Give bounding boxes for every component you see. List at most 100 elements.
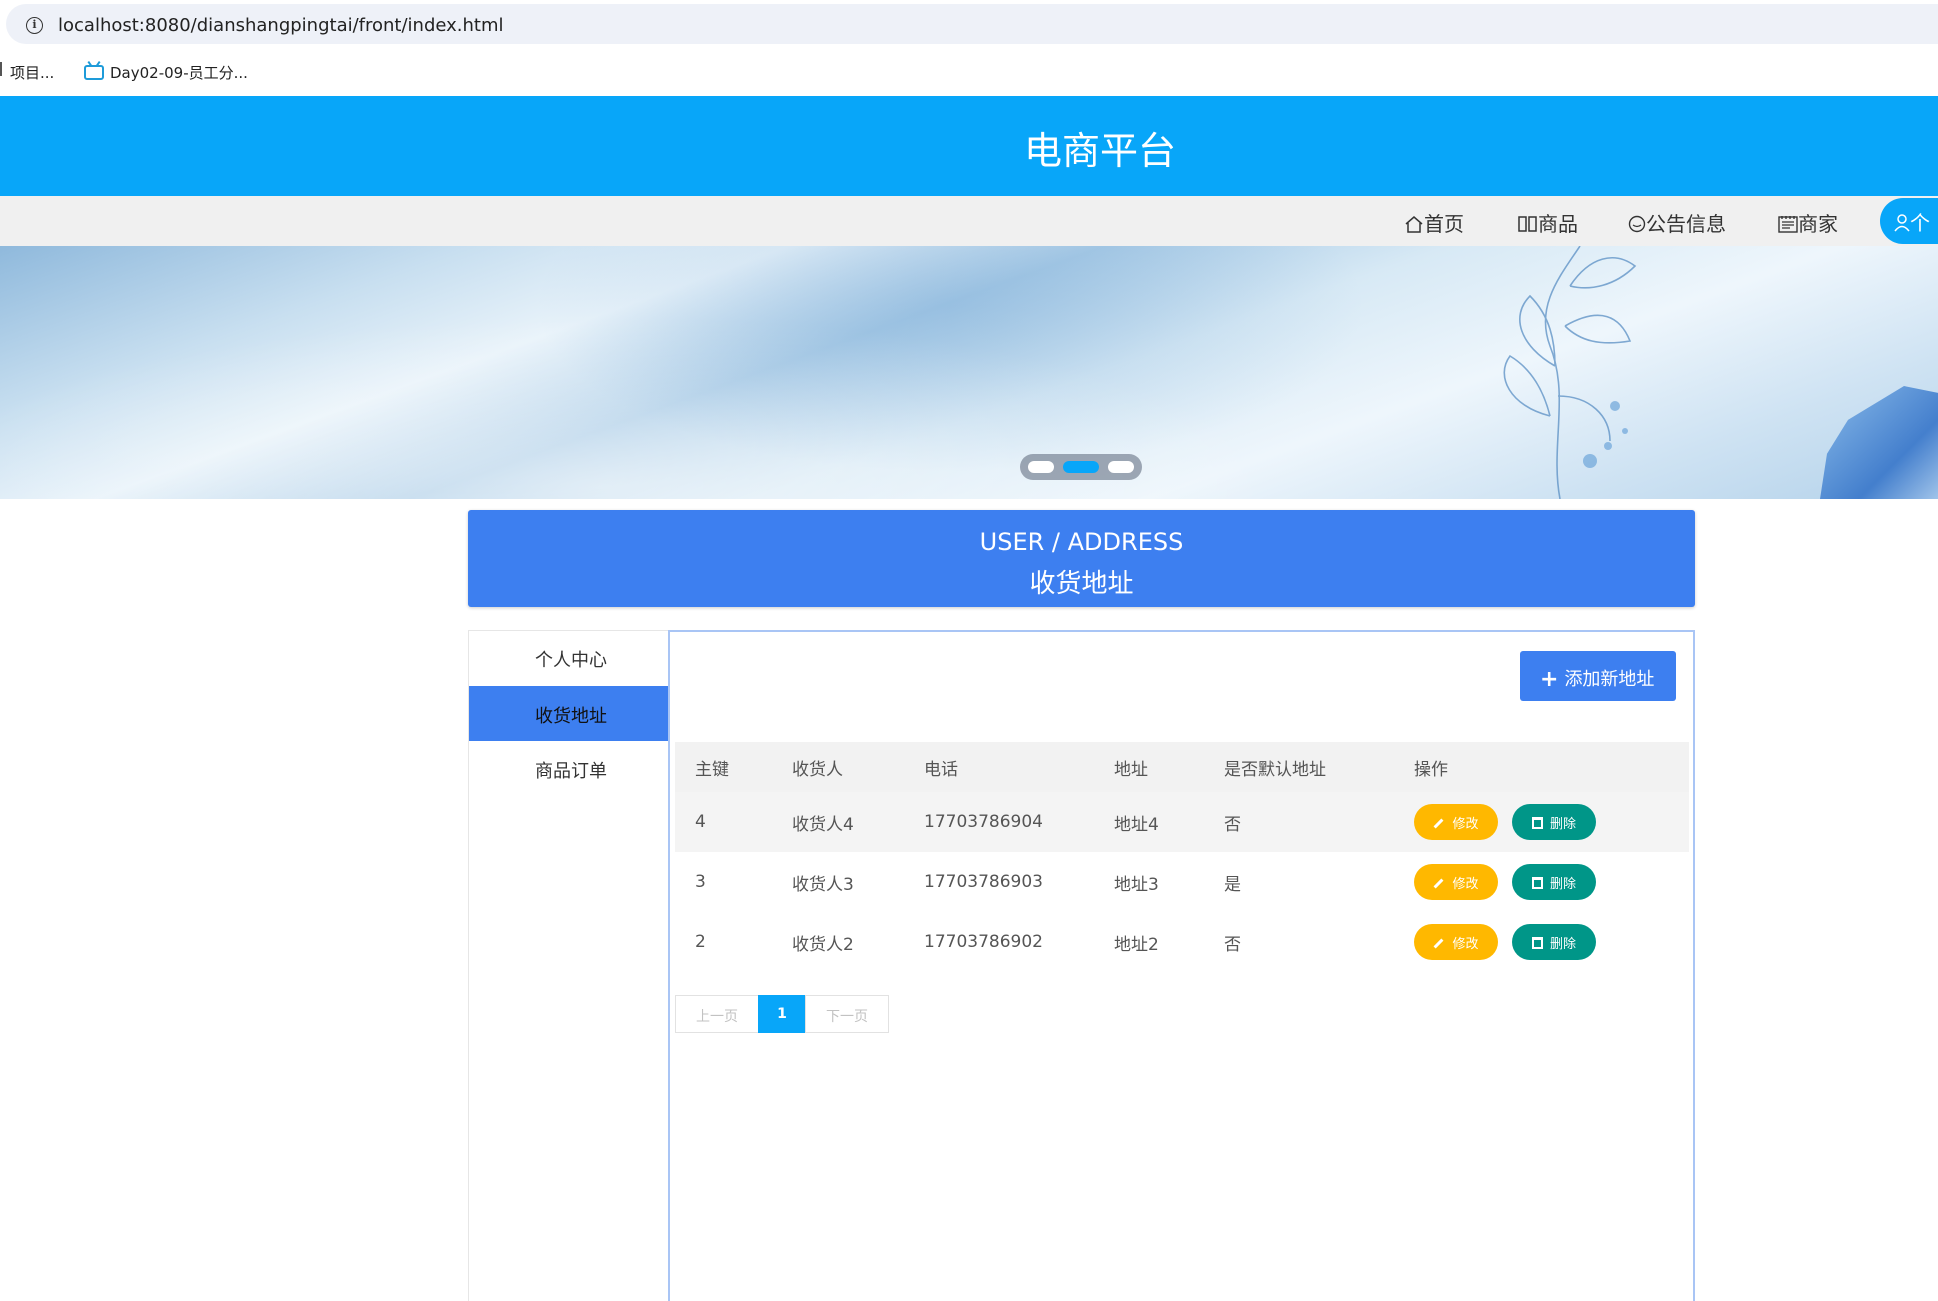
url-field[interactable]: i localhost:8080/dianshangpingtai/front/… <box>6 4 1938 44</box>
edit-label: 修改 <box>1452 877 1479 892</box>
cell-id: 2 <box>695 932 706 952</box>
user-label: 个 <box>1910 211 1930 235</box>
cell-name: 收货人3 <box>792 874 854 895</box>
browser-address-bar: i localhost:8080/dianshangpingtai/front/… <box>0 0 1938 48</box>
side-item-address[interactable]: 收货地址 <box>469 686 671 741</box>
delete-label: 删除 <box>1549 877 1576 892</box>
table-header-row: 主键 收货人 电话 地址 是否默认地址 操作 <box>675 742 1689 792</box>
side-item-profile[interactable]: 个人中心 <box>469 630 671 685</box>
address-table: 主键 收货人 电话 地址 是否默认地址 操作 4 收货人4 1770378690… <box>675 742 1689 972</box>
nav-item-notice[interactable]: 公告信息 <box>1628 208 1726 237</box>
cell-id: 3 <box>695 872 706 892</box>
cell-actions: 修改 删除 <box>1394 912 1689 972</box>
cell-phone: 17703786904 <box>904 792 1094 852</box>
side-item-orders[interactable]: 商品订单 <box>469 741 671 796</box>
notice-icon <box>1628 215 1646 233</box>
cell-address: 地址4 <box>1094 792 1204 852</box>
cell-default: 否 <box>1224 934 1241 955</box>
delete-button[interactable]: 删除 <box>1512 864 1596 900</box>
cell-phone: 17703786902 <box>924 932 1043 952</box>
nav-item-label: 公告信息 <box>1646 212 1726 236</box>
bookmarks-bar: 项目... Day02-09-员工分... <box>0 48 1938 96</box>
cell-address: 地址3 <box>1114 874 1159 895</box>
pencil-icon <box>1434 878 1444 889</box>
nav-item-shop[interactable]: 商家 <box>1778 208 1838 237</box>
bookmark-project[interactable]: 项目... <box>10 62 54 83</box>
nav-item-label: 商家 <box>1798 212 1838 236</box>
url-text[interactable]: localhost:8080/dianshangpingtai/front/in… <box>58 15 504 36</box>
cell-name: 收货人4 <box>772 792 904 852</box>
home-icon <box>1405 216 1423 233</box>
side-menu-border <box>468 630 670 631</box>
delete-label: 删除 <box>1549 937 1576 952</box>
col-header-default: 是否默认地址 <box>1204 742 1394 792</box>
delete-label: 删除 <box>1549 817 1576 832</box>
cell-actions: 修改 删除 <box>1394 852 1689 912</box>
col-header-address: 地址 <box>1094 742 1204 792</box>
bookmark-day02[interactable]: Day02-09-员工分... <box>84 62 248 83</box>
col-header-name: 收货人 <box>772 742 904 792</box>
site-info-icon[interactable]: i <box>26 17 43 34</box>
bookmark-label: Day02-09-员工分... <box>110 64 248 82</box>
cell-name: 收货人2 <box>792 934 854 955</box>
banner-carousel[interactable] <box>0 246 1938 499</box>
nav-item-home[interactable]: 首页 <box>1404 208 1464 237</box>
site-title: 电商平台 <box>1023 129 1176 173</box>
user-icon <box>1894 214 1910 232</box>
trash-icon <box>1531 937 1543 949</box>
top-nav: 首页 商品 公告信息 商家 个 <box>0 196 1938 246</box>
banner-flower-illustration <box>1503 246 1637 499</box>
trash-icon <box>1531 817 1543 829</box>
site-header: 电商平台 <box>0 96 1938 196</box>
cell-default: 是 <box>1224 874 1241 895</box>
col-header-id: 主键 <box>675 742 772 792</box>
edit-button[interactable]: 修改 <box>1414 924 1498 960</box>
cell-id: 4 <box>675 792 772 852</box>
edit-button[interactable]: 修改 <box>1414 804 1498 840</box>
pencil-icon <box>1434 818 1444 829</box>
page-heading-en: USER / ADDRESS <box>979 528 1184 556</box>
carousel-indicator <box>1020 454 1142 480</box>
side-item-label: 商品订单 <box>535 761 607 782</box>
cell-actions: 修改 删除 <box>1394 792 1689 852</box>
nav-item-label: 商品 <box>1538 212 1578 236</box>
edit-label: 修改 <box>1452 817 1479 832</box>
plus-icon: + <box>1540 667 1559 692</box>
cell-address: 地址2 <box>1114 934 1159 955</box>
page-heading-zh: 收货地址 <box>1029 569 1134 599</box>
nav-item-label: 首页 <box>1424 212 1464 236</box>
delete-button[interactable]: 删除 <box>1512 804 1596 840</box>
user-center-button[interactable]: 个 <box>1880 198 1938 244</box>
page-1-button[interactable]: 1 <box>758 995 806 1033</box>
side-item-label: 收货地址 <box>535 706 607 727</box>
side-menu: 个人中心 收货地址 商品订单 <box>468 630 671 1301</box>
table-row: 2 收货人2 17703786902 地址2 否 修改 删除 <box>675 912 1689 972</box>
bookmark-label: 项目... <box>10 64 55 82</box>
col-header-actions: 操作 <box>1394 742 1689 792</box>
add-address-button[interactable]: + 添加新地址 <box>1520 651 1676 701</box>
next-page-button[interactable]: 下一页 <box>805 995 889 1033</box>
col-header-phone: 电话 <box>904 742 1094 792</box>
table-row: 4 收货人4 17703786904 地址4 否 修改 删除 <box>675 792 1689 852</box>
side-item-label: 个人中心 <box>535 650 607 671</box>
carousel-dot-1[interactable] <box>1028 461 1054 473</box>
pencil-icon <box>1434 938 1444 949</box>
bilibili-tv-icon <box>84 65 104 80</box>
goods-icon <box>1518 216 1537 232</box>
cell-default: 否 <box>1204 792 1394 852</box>
carousel-dot-3[interactable] <box>1108 461 1134 473</box>
delete-button[interactable]: 删除 <box>1512 924 1596 960</box>
carousel-dot-2[interactable] <box>1063 461 1099 473</box>
bookmark-divider <box>0 62 2 76</box>
banner-ice-decoration <box>1820 386 1938 499</box>
table-row: 3 收货人3 17703786903 地址3 是 修改 删除 <box>675 852 1689 912</box>
prev-page-button[interactable]: 上一页 <box>675 995 759 1033</box>
cell-phone: 17703786903 <box>924 872 1043 892</box>
shop-icon <box>1778 216 1798 233</box>
add-address-label: 添加新地址 <box>1564 669 1655 690</box>
nav-item-goods[interactable]: 商品 <box>1518 208 1578 237</box>
edit-button[interactable]: 修改 <box>1414 864 1498 900</box>
page-heading: USER / ADDRESS 收货地址 <box>468 510 1695 607</box>
trash-icon <box>1531 877 1543 889</box>
edit-label: 修改 <box>1452 937 1479 952</box>
